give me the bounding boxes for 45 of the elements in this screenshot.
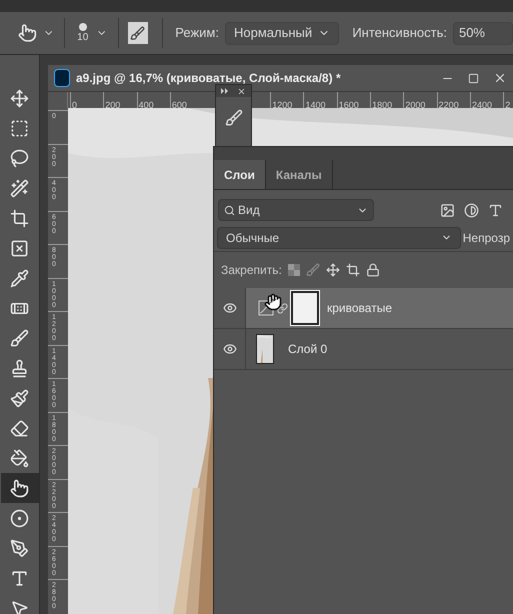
document-title: a9.jpg @ 16,7% (кривоватые, Слой-маска/8) *	[76, 70, 341, 87]
move-icon	[10, 88, 29, 108]
ruler-label: 1200	[271, 100, 292, 108]
ruler-label: 400	[138, 100, 154, 108]
ruler-label: 1800	[371, 100, 392, 108]
ruler-label: 0	[71, 100, 78, 108]
brush-tip-icon[interactable]	[78, 22, 88, 32]
crop-icon	[10, 208, 29, 228]
ruler-label: 600	[170, 100, 187, 108]
intensity-field[interactable]: 50%	[452, 22, 513, 44]
intensity-label: Интенсивность:	[352, 24, 447, 42]
brush-icon	[130, 26, 146, 40]
pen-icon	[10, 538, 29, 558]
eyedropper-icon	[10, 268, 29, 288]
crossed-square-icon	[10, 238, 29, 258]
brush-size: 10	[77, 32, 88, 44]
finger-icon	[10, 478, 29, 498]
arrow-pointer-icon	[10, 598, 29, 614]
eraser-icon	[10, 418, 29, 438]
lasso-icon	[10, 148, 29, 168]
expand-icon[interactable]	[221, 88, 229, 94]
tool-button[interactable]	[0, 473, 38, 503]
ruler-label: 2400	[470, 100, 492, 108]
ruler-label: 1600	[338, 100, 359, 108]
close-icon[interactable]	[237, 86, 246, 96]
type-icon	[10, 568, 29, 588]
magic-wand-icon	[10, 178, 29, 198]
mode-label: Режим:	[175, 24, 219, 42]
app-logo-icon	[54, 69, 70, 87]
mode-select[interactable]: Нормальный	[224, 22, 340, 44]
ruler-label: 200	[104, 100, 120, 108]
dashed-square-icon	[10, 118, 29, 138]
ruler-label: 2000	[404, 100, 426, 108]
ruler-label: 2	[504, 100, 510, 108]
ruler-label: 2200	[438, 100, 459, 108]
close-icon[interactable]	[493, 71, 507, 85]
brush-icon	[10, 328, 29, 348]
maximize-icon[interactable]	[468, 72, 479, 84]
ruler-label: 1400	[304, 100, 326, 108]
finger-icon[interactable]	[18, 23, 37, 43]
brush-panel-button[interactable]	[128, 22, 148, 44]
paint-bucket-icon	[10, 448, 29, 468]
dodge-icon	[10, 508, 29, 528]
stamp-icon	[10, 358, 29, 378]
paintbrush-icon	[10, 388, 29, 408]
